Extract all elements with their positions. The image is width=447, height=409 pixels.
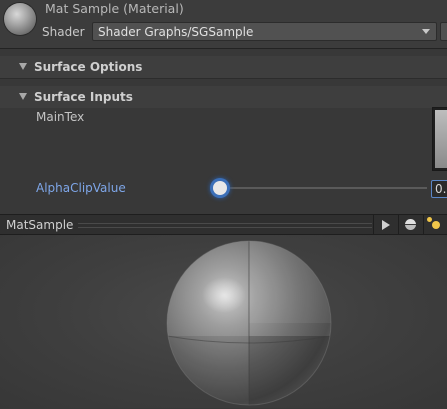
- preview-toolbar: MatSample: [0, 214, 447, 235]
- preview-lights-button[interactable]: [423, 215, 447, 234]
- alpha-clip-value: 0.: [435, 182, 447, 196]
- alpha-clip-slider-track[interactable]: [220, 187, 427, 189]
- drag-handle[interactable]: [78, 223, 372, 228]
- preview-lights-icon: [432, 221, 440, 229]
- shader-dropdown[interactable]: Shader Graphs/SGSample: [92, 22, 437, 41]
- shader-label: Shader: [42, 25, 85, 39]
- foldout-arrow-icon: [19, 63, 27, 70]
- chevron-down-icon: [422, 29, 430, 34]
- material-sphere-icon: [4, 3, 36, 35]
- play-icon: [382, 220, 390, 230]
- texture-thumbnail: [435, 110, 447, 168]
- preview-sphere: [166, 240, 332, 406]
- alpha-clip-value-field[interactable]: 0.: [431, 180, 447, 198]
- alpha-clip-slider-thumb[interactable]: [213, 181, 227, 195]
- header-divider: [0, 48, 447, 49]
- preview-lights-icon-secondary: [427, 217, 432, 222]
- foldout-label: Surface Inputs: [34, 90, 133, 104]
- alpha-clip-label: AlphaClipValue: [36, 181, 126, 195]
- preview-shape-button[interactable]: [398, 215, 423, 234]
- play-button[interactable]: [373, 215, 398, 234]
- section-divider: [0, 78, 447, 79]
- shader-edit-button[interactable]: [440, 22, 447, 41]
- preview-shape-sphere-icon: [405, 219, 416, 230]
- foldout-label: Surface Options: [34, 60, 143, 74]
- main-tex-slot[interactable]: [432, 107, 447, 171]
- foldout-arrow-icon: [19, 93, 27, 100]
- material-title: Mat Sample (Material): [45, 1, 184, 16]
- preview-sphere-graphic: [166, 240, 332, 406]
- main-tex-label: MainTex: [36, 110, 85, 124]
- foldout-surface-options[interactable]: Surface Options: [0, 56, 447, 78]
- shader-dropdown-value: Shader Graphs/SGSample: [98, 25, 254, 39]
- foldout-surface-inputs[interactable]: Surface Inputs: [0, 86, 447, 108]
- preview-title: MatSample: [6, 218, 74, 232]
- material-header: Mat Sample (Material) Shader Shader Grap…: [0, 0, 447, 48]
